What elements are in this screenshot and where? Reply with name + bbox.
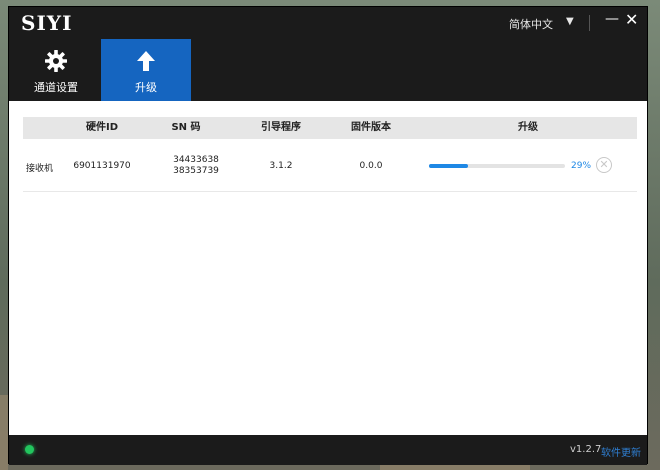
column-header-hardware-id: 硬件ID xyxy=(85,122,119,133)
column-header-firmware: 固件版本 xyxy=(351,122,391,133)
software-update-link[interactable]: 软件更新 xyxy=(601,444,641,459)
upgrade-progress-bar xyxy=(429,164,565,168)
title-bar: SIYI 简体中文 ▼ — ✕ xyxy=(9,7,647,39)
close-button[interactable]: ✕ xyxy=(625,12,638,28)
app-logo: SIYI xyxy=(21,11,73,35)
cancel-upgrade-icon[interactable]: ✕ xyxy=(596,157,612,173)
status-bar: v1.2.7 软件更新 xyxy=(9,435,647,465)
tab-channel-settings[interactable]: 通道设置 xyxy=(11,39,101,101)
sn-code: 34433638 38353739 xyxy=(161,155,231,177)
tab-label: 升级 xyxy=(135,81,157,94)
table-header: 硬件ID SN 码 引导程序 固件版本 升级 xyxy=(23,117,637,139)
language-selector[interactable]: 简体中文 xyxy=(509,16,553,32)
sn-line-2: 38353739 xyxy=(173,166,219,176)
siyi-app-window: SIYI 简体中文 ▼ — ✕ 通道设置 升级 硬件ID SN 码 引导程序 固… xyxy=(8,6,648,465)
connection-status-icon xyxy=(25,445,34,454)
minimize-button[interactable]: — xyxy=(605,12,619,26)
progress-percent: 29% xyxy=(571,161,592,171)
hardware-id: 6901131970 xyxy=(73,161,131,171)
device-name: 接收机 xyxy=(26,164,54,174)
tab-bar: 通道设置 升级 xyxy=(9,39,647,101)
column-header-upgrade: 升级 xyxy=(518,122,538,133)
upgrade-panel: 硬件ID SN 码 引导程序 固件版本 升级 接收机 6901131970 34… xyxy=(9,101,647,435)
tab-upgrade[interactable]: 升级 xyxy=(101,39,191,101)
bootloader-version: 3.1.2 xyxy=(269,161,293,171)
app-version: v1.2.7 xyxy=(570,444,602,455)
firmware-version: 0.0.0 xyxy=(359,161,383,171)
desktop-edge xyxy=(0,395,8,470)
table-row: 接收机 6901131970 34433638 38353739 3.1.2 0… xyxy=(23,141,637,192)
divider xyxy=(589,15,590,31)
gear-icon xyxy=(45,50,67,72)
tab-label: 通道设置 xyxy=(34,81,78,94)
column-header-sn: SN 码 xyxy=(171,122,201,133)
column-header-bootloader: 引导程序 xyxy=(261,122,301,133)
upgrade-progress-fill xyxy=(429,164,469,168)
arrow-up-icon xyxy=(137,51,155,71)
sn-line-1: 34433638 xyxy=(173,155,219,165)
chevron-down-icon[interactable]: ▼ xyxy=(566,16,574,27)
